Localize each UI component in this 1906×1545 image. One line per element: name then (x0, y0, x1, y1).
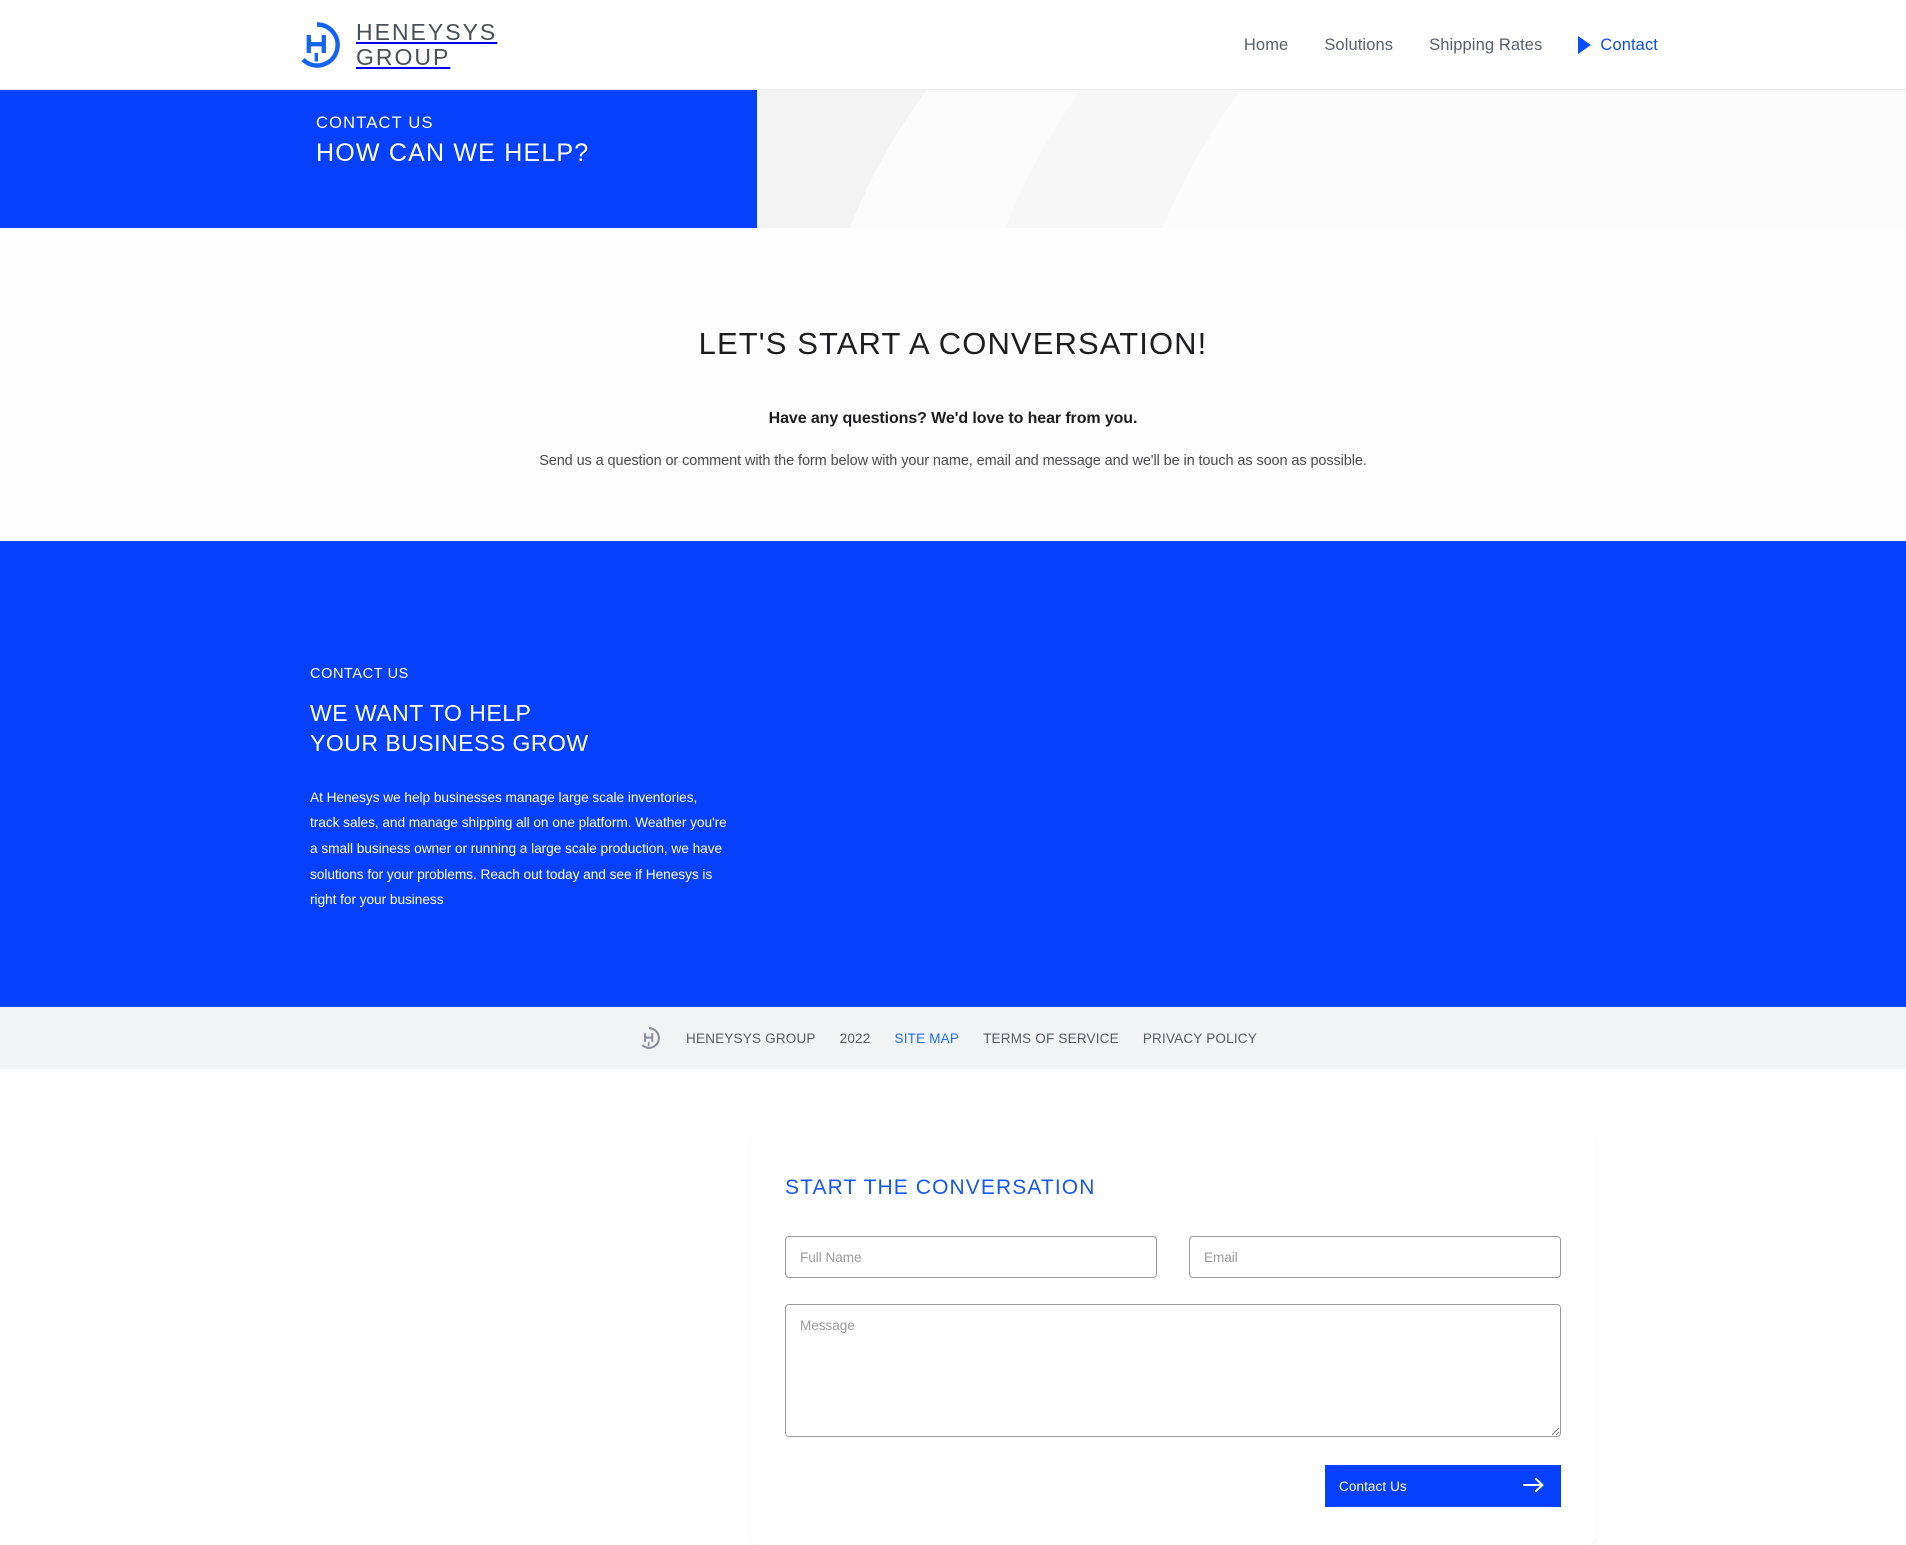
hero-eyebrow: CONTACT US (316, 114, 434, 132)
contact-copy-block: CONTACT US WE WANT TO HELP YOUR BUSINESS… (310, 666, 730, 913)
footer-company-name: HENEYSYS GROUP (686, 1030, 816, 1046)
hero-title: HOW CAN WE HELP? (316, 139, 590, 167)
intro-lead: Have any questions? We'd love to hear fr… (768, 410, 1138, 427)
contact-heading: WE WANT TO HELP YOUR BUSINESS GROW (310, 698, 730, 759)
intro-body: Send us a question or comment with the f… (539, 453, 1367, 469)
form-title: START THE CONVERSATION (785, 1176, 1096, 1199)
heneysys-circle-h-icon (292, 20, 342, 70)
footer-row: HENEYSYS GROUP 2022 SITE MAP TERMS OF SE… (637, 1026, 1269, 1050)
page-title: LET'S START A CONVERSATION! (698, 326, 1208, 361)
contact-form-card: START THE CONVERSATION Contact Us (750, 1134, 1596, 1545)
footer-link-site-map[interactable]: SITE MAP (882, 1031, 971, 1046)
footer-link-terms-of-service[interactable]: TERMS OF SERVICE (971, 1031, 1131, 1046)
contact-inner: CONTACT US WE WANT TO HELP YOUR BUSINESS… (0, 541, 1906, 1007)
intro-section: LET'S START A CONVERSATION! Have any que… (0, 228, 1906, 541)
main-navigation: Home Solutions Shipping Rates Contact (1226, 0, 1906, 90)
site-footer: HENEYSYS GROUP 2022 SITE MAP TERMS OF SE… (0, 1007, 1906, 1069)
contact-heading-line-2: YOUR BUSINESS GROW (310, 730, 589, 757)
full-name-input[interactable] (785, 1236, 1157, 1278)
heneysys-circle-h-icon (637, 1026, 661, 1050)
brand-logo-link[interactable]: HENEYSYS GROUP (292, 18, 498, 70)
form-actions: Contact Us (785, 1465, 1561, 1507)
contact-us-submit-button[interactable]: Contact Us (1325, 1465, 1561, 1507)
footer-year: 2022 (839, 1030, 871, 1046)
footer-link-privacy-policy[interactable]: PRIVACY POLICY (1131, 1031, 1269, 1046)
message-textarea[interactable] (785, 1304, 1561, 1437)
email-input[interactable] (1189, 1236, 1561, 1278)
nav-item-home[interactable]: Home (1226, 36, 1306, 55)
play-triangle-icon (1578, 36, 1592, 54)
brand-wordmark: HENEYSYS GROUP (356, 18, 498, 70)
site-header: HENEYSYS GROUP Home Solutions Shipping R… (0, 0, 1906, 90)
contact-section: CONTACT US WE WANT TO HELP YOUR BUSINESS… (0, 541, 1906, 1545)
nav-item-shipping-rates[interactable]: Shipping Rates (1411, 36, 1560, 55)
form-row-name-email (785, 1236, 1561, 1278)
nav-item-contact[interactable]: Contact (1600, 36, 1676, 55)
contact-heading-line-1: WE WANT TO HELP (310, 700, 532, 726)
nav-item-solutions[interactable]: Solutions (1306, 36, 1411, 55)
hero-banner: CONTACT US HOW CAN WE HELP? (0, 90, 1906, 228)
brand-line-1: HENEYSYS (356, 18, 498, 45)
contact-body: At Henesys we help businesses manage lar… (310, 789, 727, 908)
nav-item-contact-wrapper: Contact (1560, 36, 1676, 55)
contact-eyebrow: CONTACT US (310, 666, 409, 682)
brand-line-2: GROUP (356, 43, 451, 70)
arrow-right-icon (1523, 1477, 1545, 1496)
submit-button-label: Contact Us (1339, 1478, 1407, 1494)
